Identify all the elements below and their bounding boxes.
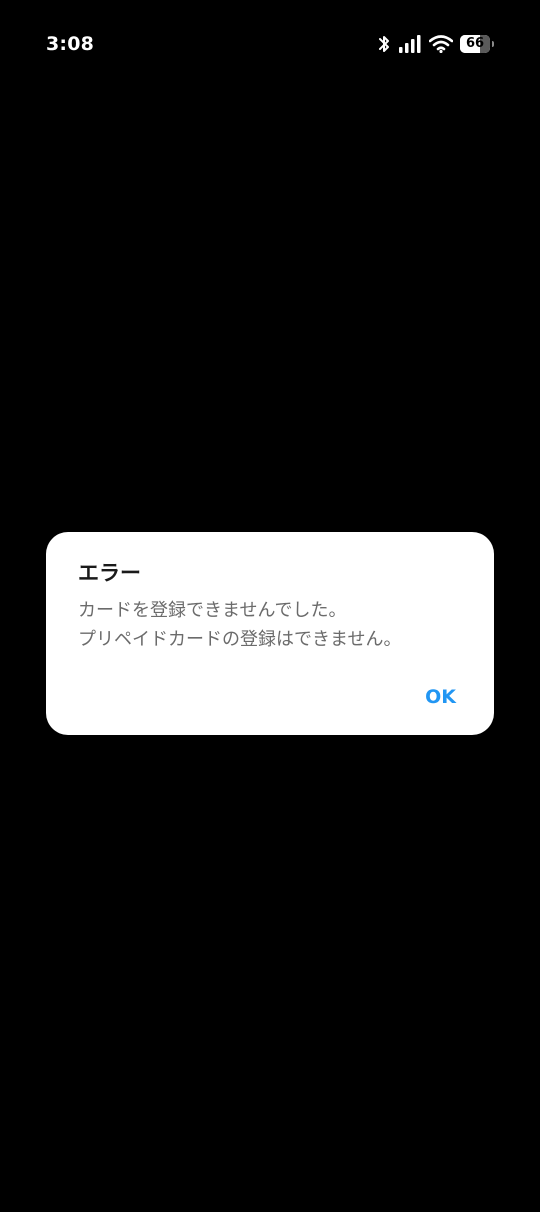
error-dialog: エラー カードを登録できませんでした。 プリペイドカードの登録はできません。 O… xyxy=(46,532,494,735)
battery-body: 66 xyxy=(460,35,490,53)
dialog-message-line: カードを登録できませんでした。 xyxy=(78,600,347,621)
status-icons: 66 xyxy=(377,33,494,55)
bluetooth-icon xyxy=(377,34,391,54)
battery-level: 66 xyxy=(465,36,485,51)
dialog-title: エラー xyxy=(78,561,141,585)
screen: 3:08 66 エラー カードを登録できませんでした。 プリペイドカードの登録は… xyxy=(0,0,540,1212)
battery-icon: 66 xyxy=(460,35,494,53)
ok-button[interactable]: OK xyxy=(411,680,470,714)
signal-icon xyxy=(398,35,422,53)
wifi-icon xyxy=(429,35,453,53)
dialog-message: カードを登録できませんでした。 プリペイドカードの登録はできません。 xyxy=(78,596,468,654)
dialog-message-line: プリペイドカードの登録はできません。 xyxy=(78,629,402,650)
battery-tip xyxy=(492,41,494,47)
status-time: 3:08 xyxy=(46,33,95,55)
status-bar: 3:08 66 xyxy=(0,0,540,88)
